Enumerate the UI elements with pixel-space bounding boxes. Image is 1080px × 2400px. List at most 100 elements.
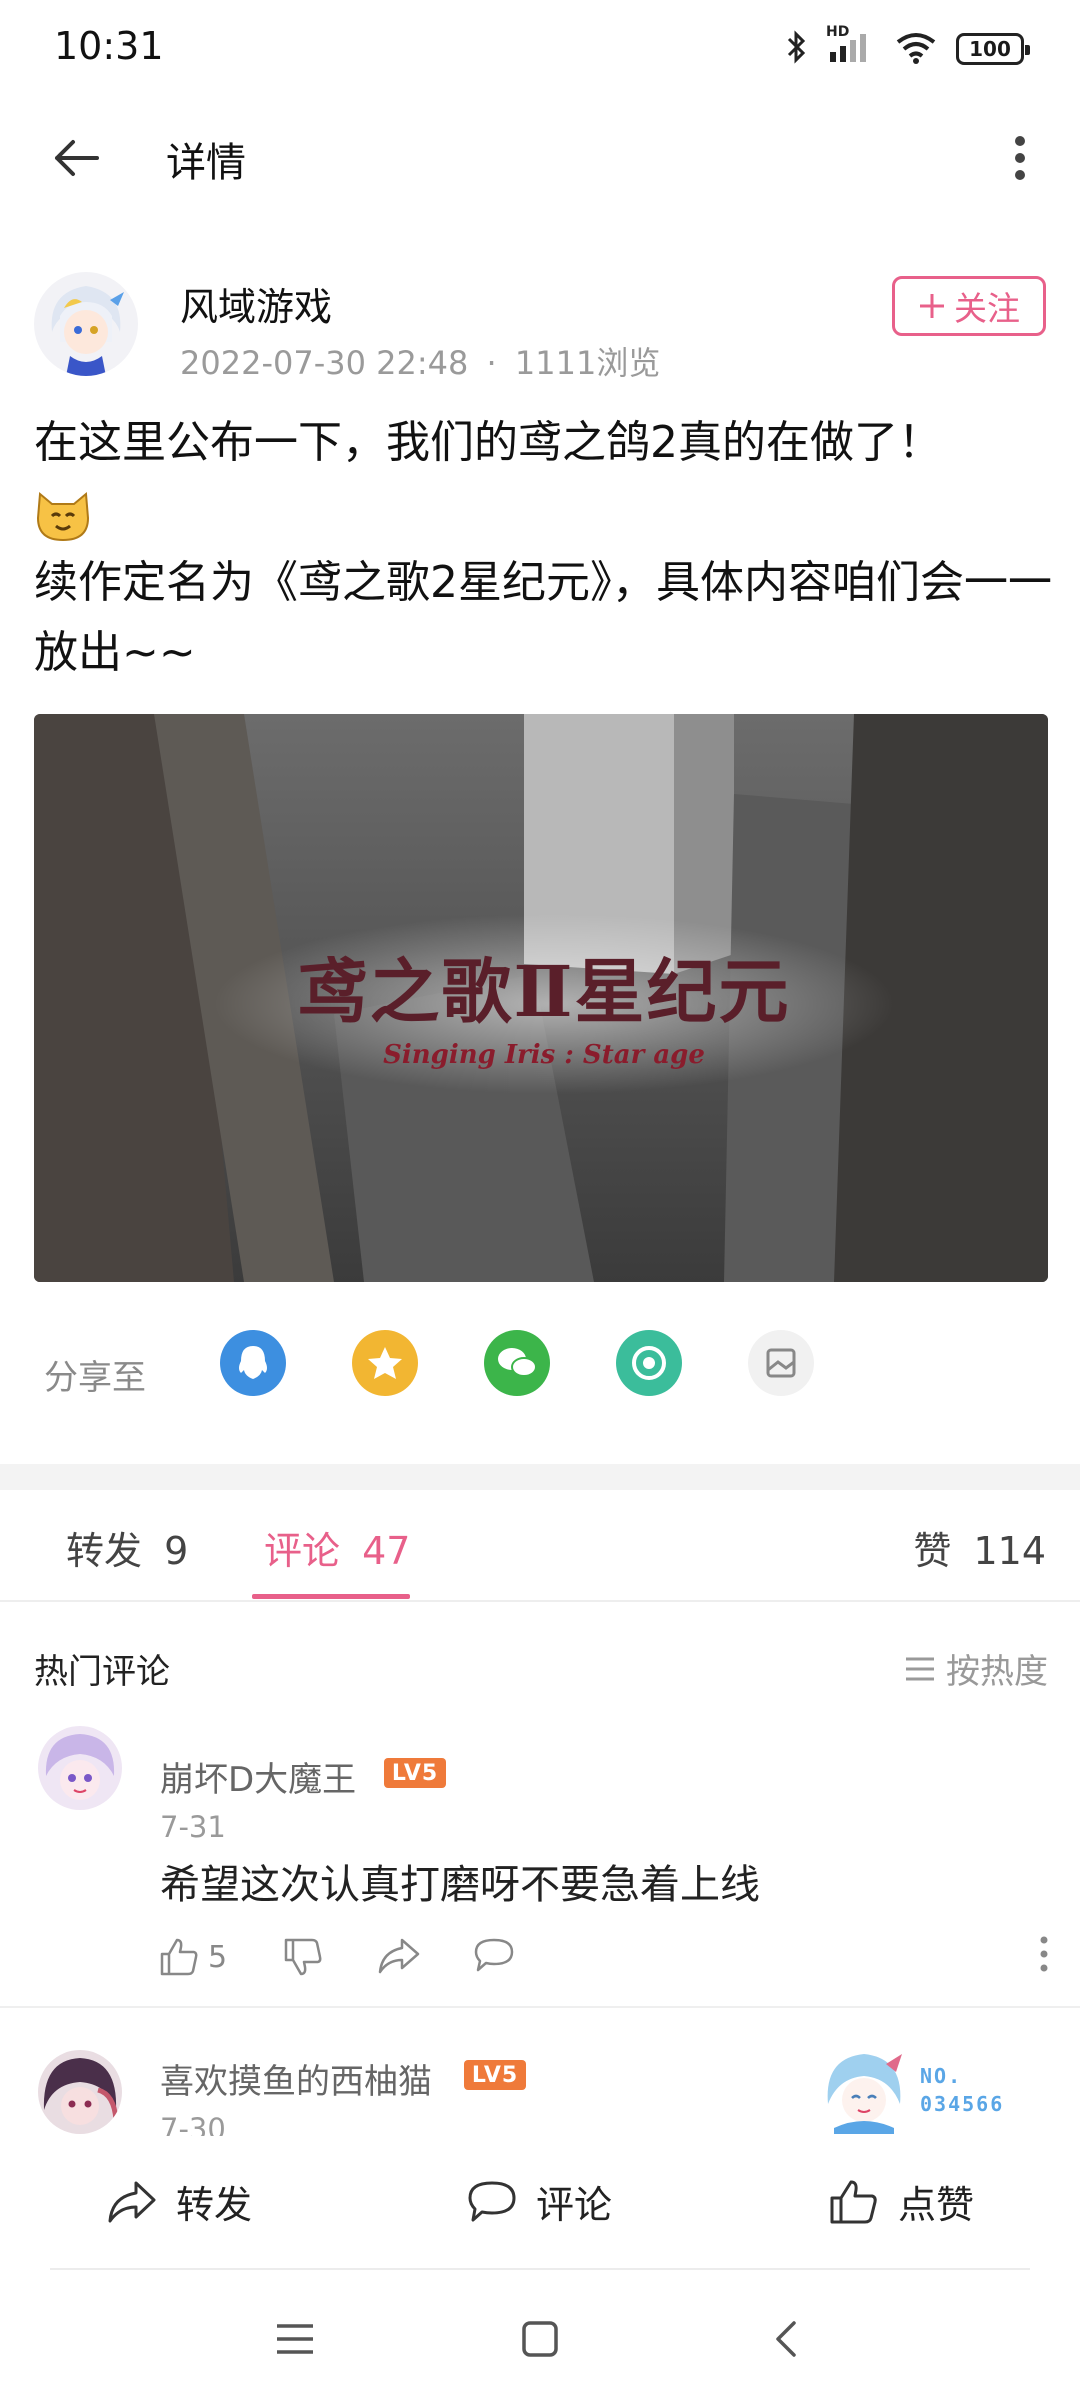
- post-text-line-2: 续作定名为《鸢之歌2星纪元》，具体内容咱们会一一放出~~: [34, 557, 1052, 678]
- post-date: 2022-07-30 22:48: [180, 344, 469, 382]
- tab-like[interactable]: 赞 114: [913, 1520, 1046, 1575]
- bottom-like-button[interactable]: 点赞: [828, 2174, 974, 2229]
- page-title: 详情: [166, 140, 246, 186]
- tab-repost-count: 9: [164, 1529, 189, 1573]
- image-title: 鸢之歌Ⅱ星纪元: [297, 950, 791, 1033]
- comment-like-count: 5: [208, 1939, 228, 1975]
- bottom-like-label: 点赞: [898, 2183, 975, 2227]
- qzone-icon: [368, 1347, 402, 1379]
- thumbs-down-icon: [284, 1938, 322, 1976]
- moments-icon: [632, 1346, 666, 1380]
- bottom-repost-button[interactable]: 转发: [106, 2174, 252, 2229]
- share-moments-button[interactable]: [616, 1330, 682, 1396]
- home-square-icon: [522, 2321, 558, 2357]
- post-body: 在这里公布一下，我们的鸢之鸽2真的在做了！ 续作定名为《鸢之歌2星纪元》，具体内…: [34, 408, 1054, 688]
- tab-repost[interactable]: 转发 9: [66, 1520, 188, 1575]
- follow-label: 关注: [954, 289, 1020, 328]
- comment-divider: [0, 2006, 1080, 2008]
- system-nav-bar: [0, 2270, 1080, 2400]
- arrow-left-icon: [55, 140, 99, 176]
- tab-like-count: 114: [973, 1529, 1046, 1573]
- comment-username[interactable]: 崩坏D大魔王: [160, 1752, 356, 1801]
- comment-actions: 5: [158, 1936, 1048, 1986]
- sort-lines-icon: [906, 1657, 934, 1680]
- anime-girl-icon: [827, 2054, 902, 2134]
- comment-date: 7-31: [160, 1810, 226, 1844]
- fan-badge-digits: 034566: [920, 2092, 1005, 2116]
- author-meta: 2022-07-30 22:48 · 1111浏览: [180, 338, 660, 384]
- bluetooth-icon: [786, 30, 808, 68]
- post-emoji-row: [34, 478, 1054, 548]
- menu-lines-icon: [277, 2324, 313, 2354]
- level-badge: LV5: [384, 1758, 446, 1788]
- fan-badge-number: NO. 034566: [920, 2062, 1004, 2118]
- comment-username[interactable]: 喜欢摸鱼的西柚猫: [160, 2054, 432, 2103]
- comment-item: 崩坏D大魔王 LV5 7-31 希望这次认真打磨呀不要急着上线 5: [0, 1726, 1080, 2008]
- more-button[interactable]: [990, 128, 1050, 188]
- share-row: 分享至: [44, 1330, 1044, 1412]
- wifi-icon: [894, 30, 938, 68]
- sort-label: 按热度: [946, 1652, 1048, 1692]
- follow-button[interactable]: 关注: [892, 276, 1046, 336]
- post-text-line-1: 在这里公布一下，我们的鸢之鸽2真的在做了！: [34, 417, 942, 468]
- comment-reply-button[interactable]: [472, 1936, 516, 1974]
- thumbs-up-icon: [830, 2180, 877, 2223]
- status-time: 10:31: [54, 24, 164, 68]
- image-subtitle: Singing Iris : Star age: [383, 1040, 705, 1070]
- status-icons: HD 100: [786, 24, 1030, 68]
- level-badge: LV5: [464, 2060, 526, 2090]
- comment-dislike-button[interactable]: [282, 1936, 324, 1978]
- speech-bubble-icon: [468, 2181, 516, 2221]
- author-avatar[interactable]: [34, 272, 138, 376]
- active-tab-indicator: [252, 1594, 410, 1599]
- share-poster-button[interactable]: [748, 1330, 814, 1396]
- back-button[interactable]: [46, 128, 106, 188]
- image-poster-icon: [766, 1348, 796, 1378]
- system-home-button[interactable]: [515, 2314, 565, 2364]
- section-divider: [0, 1464, 1080, 1490]
- comment-share-button[interactable]: [376, 1936, 420, 1976]
- comment-text: 希望这次认真打磨呀不要急着上线: [160, 1862, 760, 1908]
- share-arrow-icon: [378, 1938, 420, 1974]
- share-qq-button[interactable]: [220, 1330, 286, 1396]
- system-menu-button[interactable]: [270, 2314, 320, 2364]
- thumbs-up-icon: [160, 1938, 198, 1976]
- tab-comment[interactable]: 评论 47: [264, 1520, 410, 1575]
- comment-like-button[interactable]: 5: [158, 1936, 227, 1978]
- view-count: 1111浏览: [514, 344, 661, 382]
- comment-date: 7-30: [160, 2112, 226, 2136]
- chevron-left-icon: [776, 2321, 796, 2357]
- tab-repost-label: 转发: [66, 1529, 143, 1573]
- qq-icon: [239, 1346, 267, 1379]
- battery-icon: 100: [956, 33, 1030, 65]
- share-qzone-button[interactable]: [352, 1330, 418, 1396]
- author-name[interactable]: 风域游戏: [180, 276, 332, 331]
- speech-bubble-icon: [474, 1938, 514, 1972]
- hot-comments-title: 热门评论: [34, 1652, 170, 1692]
- hot-comments-header: 热门评论 按热度: [34, 1644, 1048, 1694]
- bottom-repost-label: 转发: [176, 2183, 253, 2227]
- more-vertical-icon: [1040, 1936, 1048, 1972]
- share-label: 分享至: [44, 1358, 146, 1398]
- share-wechat-button[interactable]: [484, 1330, 550, 1396]
- post-image[interactable]: 鸢之歌Ⅱ星纪元 Singing Iris : Star age: [34, 714, 1048, 1282]
- cat-emoji-icon: [36, 492, 90, 542]
- system-back-button[interactable]: [760, 2314, 810, 2364]
- fan-badge-prefix: NO.: [920, 2064, 963, 2088]
- tab-comment-label: 评论: [264, 1529, 341, 1573]
- tab-like-label: 赞: [913, 1529, 952, 1573]
- tab-comment-count: 47: [362, 1529, 411, 1573]
- signal-icon: HD: [826, 24, 876, 68]
- meta-separator: ·: [486, 344, 497, 382]
- network-type: HD: [826, 24, 850, 40]
- comment-avatar[interactable]: [38, 2050, 122, 2134]
- comment-avatar[interactable]: [38, 1726, 122, 1810]
- top-nav: 详情: [0, 104, 1080, 208]
- plus-icon: [920, 294, 944, 318]
- comment-more-button[interactable]: [1040, 1936, 1048, 1972]
- share-arrow-icon: [108, 2181, 156, 2222]
- sort-button[interactable]: 按热度: [904, 1644, 1048, 1693]
- fan-badge: NO. 034566: [814, 2044, 1024, 2134]
- bottom-comment-button[interactable]: 评论: [466, 2174, 612, 2229]
- wechat-icon: [498, 1348, 537, 1377]
